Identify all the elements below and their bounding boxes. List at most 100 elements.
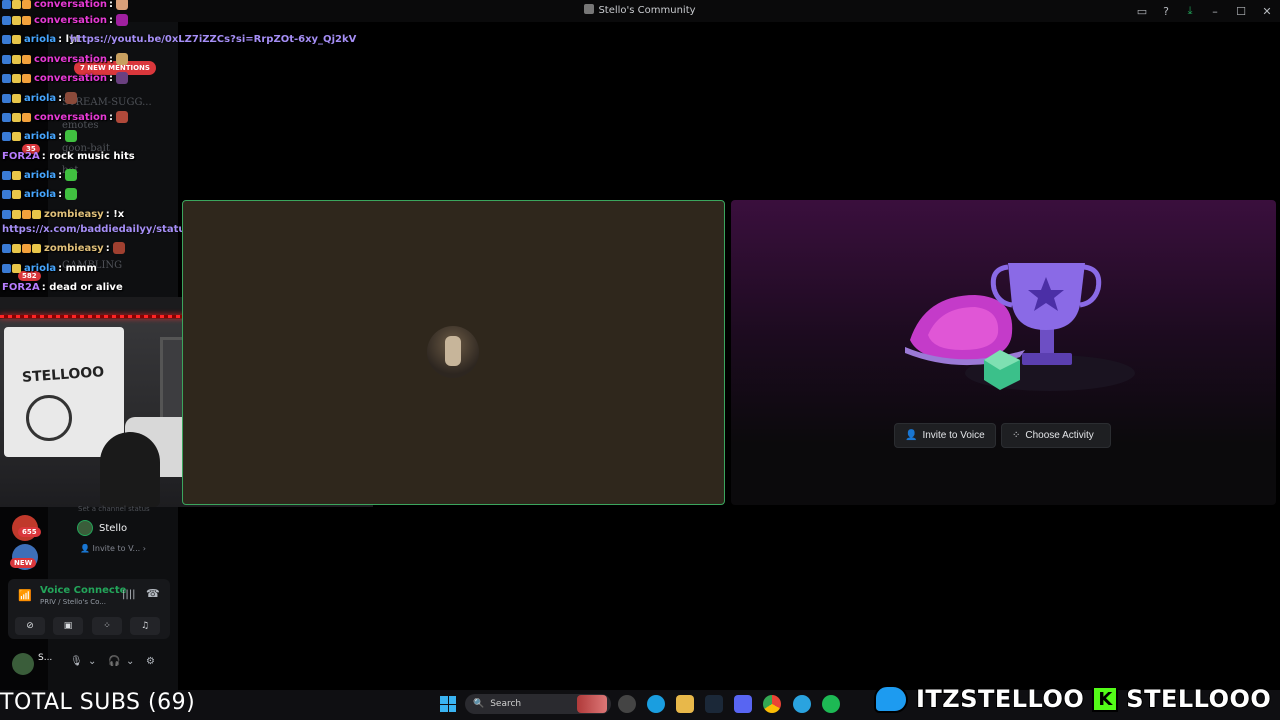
chat-username: ariola: [24, 130, 57, 142]
kick-icon: K: [1092, 686, 1119, 712]
chat-message: conversation:: [2, 12, 129, 28]
chat-username: ariola: [24, 262, 57, 274]
discord-icon[interactable]: [734, 695, 752, 713]
add-user-icon: 👤: [80, 544, 90, 553]
chat-message: ariola: mmm: [2, 260, 97, 276]
chat-message: ariola:: [2, 128, 78, 144]
twitter-icon: [874, 685, 908, 713]
chat-message: ariola:: [2, 167, 78, 183]
chevron-right-icon: ›: [142, 544, 146, 553]
chat-username: ariola: [24, 169, 57, 181]
app-icon[interactable]: [618, 695, 636, 713]
chat-username: ariola: [24, 92, 57, 104]
soundboard-icon[interactable]: ♫: [130, 617, 160, 635]
avatar[interactable]: [12, 653, 34, 675]
emote-icon: [116, 0, 129, 10]
search-icon: 🔍: [473, 699, 485, 709]
activity-grid-icon: ⁘: [1012, 430, 1021, 441]
chat-username: conversation: [34, 14, 108, 26]
emote-icon: [116, 72, 129, 84]
signal-icon: 📶: [18, 589, 32, 602]
inbox-icon[interactable]: ▭: [1130, 5, 1154, 18]
chat-link[interactable]: https://youtu.be/0xLZ7iZZCs?si=RrpZOt-6x…: [70, 34, 356, 45]
chat-message: ariola:: [2, 90, 78, 106]
screen-share-icon[interactable]: ▣: [53, 617, 83, 635]
emote-icon: [116, 53, 129, 65]
trophy-illustration-icon: [905, 263, 1135, 391]
chat-username: FOR2A: [2, 281, 40, 293]
add-user-icon: 👤: [905, 430, 918, 441]
minimize-icon[interactable]: –: [1202, 5, 1228, 18]
chat-username: zombieasy: [44, 208, 104, 220]
chat-message: conversation:: [2, 109, 129, 125]
emote-icon: [65, 169, 78, 181]
emote-icon: [116, 111, 129, 123]
search-highlight-icon: [577, 695, 607, 713]
voice-member[interactable]: Stello: [77, 520, 127, 536]
maximize-icon[interactable]: ☐: [1228, 5, 1254, 18]
guild-badge: 655: [18, 527, 41, 537]
streamer: [100, 432, 160, 507]
headphones-icon[interactable]: 🎧: [108, 656, 120, 667]
chat-message: ariola:: [2, 186, 78, 202]
close-icon[interactable]: ✕: [1254, 5, 1280, 18]
help-icon[interactable]: ?: [1154, 5, 1178, 18]
chat-message: zombieasy:: [2, 240, 125, 256]
banner-circle-logo: [26, 395, 72, 441]
chat-message: conversation:: [2, 51, 129, 67]
chrome-icon[interactable]: [763, 695, 781, 713]
voice-location[interactable]: PRIV / Stello's Co...: [40, 598, 106, 606]
title-bar: Stello's Community ▭ ? ⤓ – ☐ ✕: [0, 0, 1280, 22]
chat-username: conversation: [34, 0, 108, 10]
noise-suppression-icon[interactable]: ||||: [122, 589, 135, 600]
chat-username: ariola: [24, 188, 57, 200]
total-subs-overlay: TOTAL SUBS (69): [0, 690, 196, 715]
chat-username: conversation: [34, 53, 108, 65]
invite-to-voice-button[interactable]: 👤 Invite to Voice: [894, 423, 996, 448]
chat-username: conversation: [34, 111, 108, 123]
kick-handle: STELLOOO: [1125, 684, 1272, 714]
microphone-icon[interactable]: 🎙: [70, 656, 83, 667]
window-title: Stello's Community: [0, 4, 1280, 16]
gear-icon[interactable]: ⚙: [146, 656, 155, 667]
disconnect-icon[interactable]: ☎: [146, 587, 160, 600]
telegram-icon[interactable]: [793, 695, 811, 713]
edge-icon[interactable]: [647, 695, 665, 713]
chat-username: FOR2A: [2, 150, 40, 162]
spotify-icon[interactable]: [822, 695, 840, 713]
chat-badges: [2, 0, 31, 9]
server-icon: [584, 4, 595, 14]
chat-username: conversation: [34, 72, 108, 84]
chat-message: FOR2A: dead or alive: [2, 281, 123, 293]
emote-icon: [116, 14, 129, 26]
window-controls: ▭ ? ⤓ – ☐ ✕: [1130, 0, 1280, 22]
chevron-down-icon[interactable]: ⌄: [126, 656, 134, 667]
camera-off-icon[interactable]: ⊘: [15, 617, 45, 635]
invite-to-voice-link[interactable]: 👤 Invite to V... ›: [80, 544, 146, 553]
file-explorer-icon[interactable]: [676, 695, 694, 713]
chat-username: ariola: [24, 33, 57, 45]
user-panel: S... 🎙 ⌄ 🎧 ⌄ ⚙: [8, 648, 170, 678]
channel-status-hint[interactable]: Set a channel status: [78, 505, 150, 513]
avatar: [77, 520, 93, 536]
steam-icon[interactable]: [705, 695, 723, 713]
chat-message: ariola: lyt: [2, 31, 80, 47]
social-handles: ITZSTELLOO K STELLOOO: [874, 683, 1272, 715]
chevron-down-icon[interactable]: ⌄: [88, 656, 96, 667]
download-icon[interactable]: ⤓: [1178, 4, 1202, 18]
choose-activity-button[interactable]: ⁘ Choose Activity: [1001, 423, 1111, 448]
emote-icon: [112, 242, 125, 254]
user-name[interactable]: S...: [38, 653, 52, 663]
emote-icon: [65, 130, 78, 142]
windows-start-icon[interactable]: [440, 696, 456, 712]
twitter-handle: ITZSTELLOO: [915, 684, 1085, 714]
participant-avatar: [427, 326, 479, 378]
chat-username: zombieasy: [44, 242, 104, 254]
emote-icon: [65, 188, 78, 200]
emote-icon: [65, 92, 78, 104]
new-badge: NEW: [10, 558, 37, 568]
wall-banner: [4, 327, 124, 457]
activity-icon[interactable]: ⁘: [92, 617, 122, 635]
trophy-base: [1022, 353, 1072, 365]
chat-message: conversation:: [2, 70, 129, 86]
